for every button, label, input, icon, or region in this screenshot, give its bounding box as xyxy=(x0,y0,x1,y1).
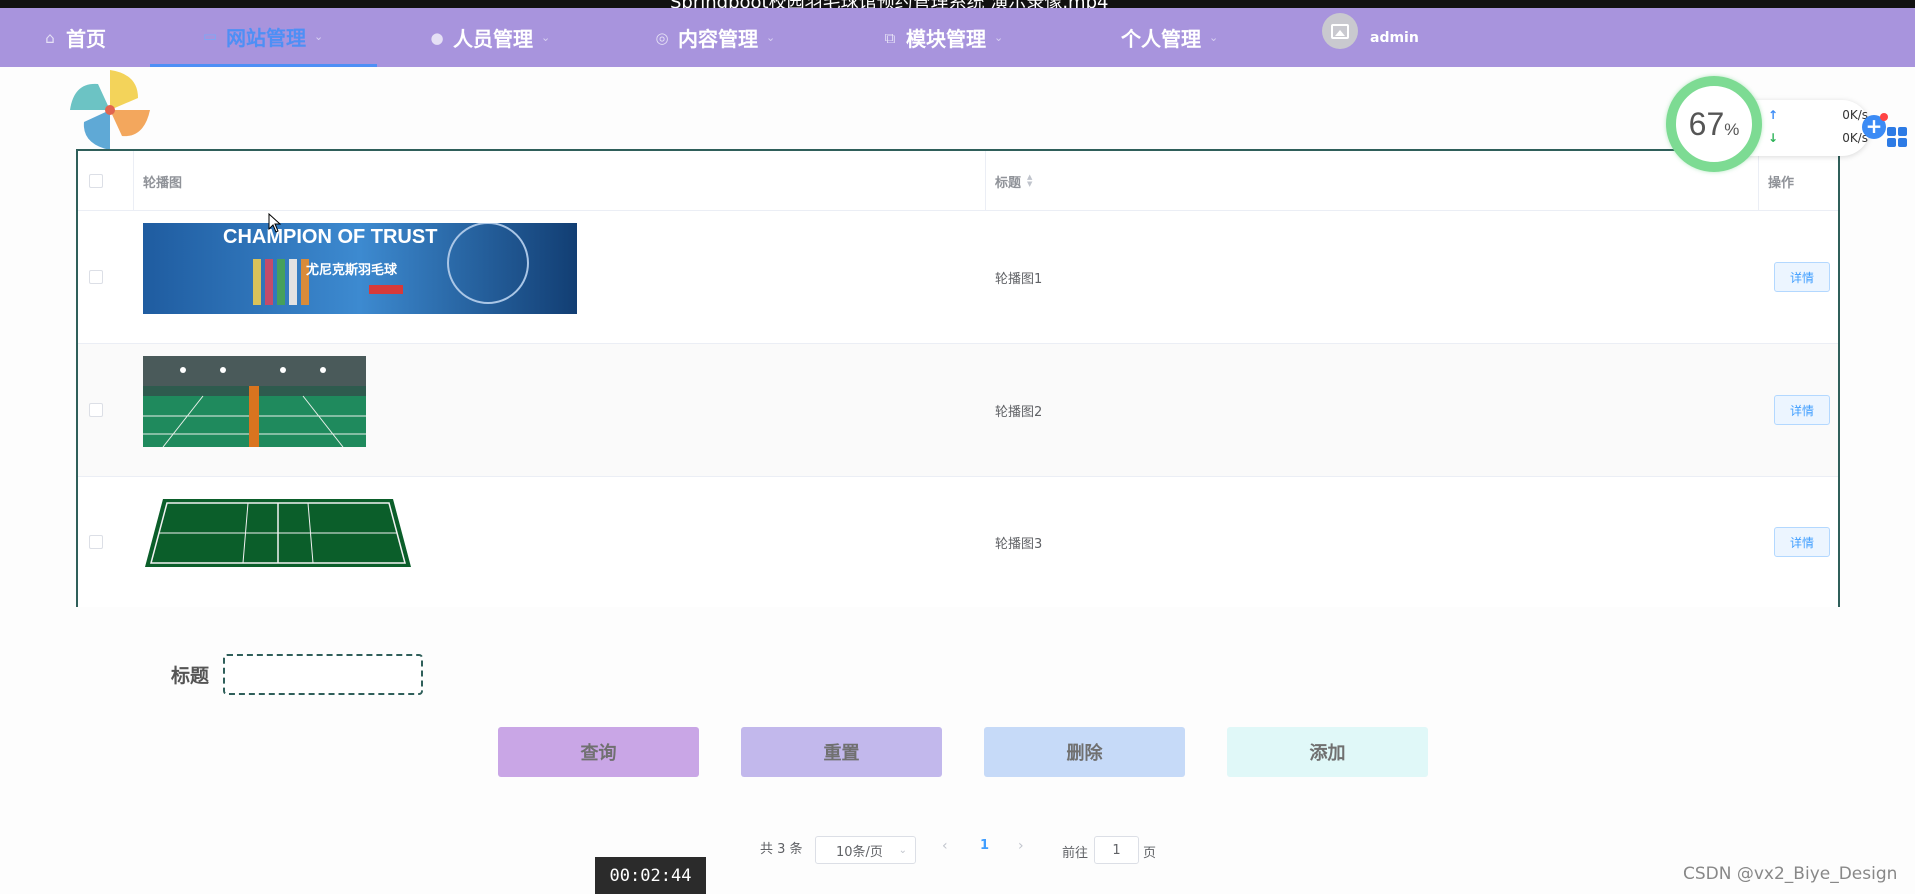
table-header-row: 轮播图 标题 ▲ ▼ 操作 xyxy=(78,151,1838,211)
memory-usage-ring: 67% xyxy=(1666,76,1762,172)
next-page-icon[interactable]: › xyxy=(1018,838,1024,854)
table-row: 轮播图3 详情 xyxy=(78,477,1838,607)
nav-item-module-management[interactable]: ⧉ 模块管理 ⌄ xyxy=(880,8,1004,67)
row-checkbox[interactable] xyxy=(89,535,103,549)
query-button[interactable]: 查询 xyxy=(498,727,699,777)
user-icon: ● xyxy=(430,28,444,47)
page-number[interactable]: 1 xyxy=(980,838,989,853)
carousel-image-1: CHAMPION OF TRUST 尤尼克斯羽毛球 xyxy=(143,223,577,314)
chevron-down-icon: ⌄ xyxy=(541,31,551,44)
image-icon xyxy=(1331,23,1349,39)
page-size-select[interactable]: 10条/页 ⌄ xyxy=(815,836,916,864)
carousel-image-3 xyxy=(143,497,413,569)
plus-icon[interactable]: + xyxy=(1862,113,1888,139)
row-checkbox[interactable] xyxy=(89,270,103,284)
avatar[interactable] xyxy=(1322,13,1358,49)
nav-item-staff-management[interactable]: ● 人员管理 ⌄ xyxy=(427,8,550,67)
chevron-down-icon: ⌄ xyxy=(898,844,907,856)
row-title: 轮播图1 xyxy=(995,272,1043,287)
row-title: 轮播图3 xyxy=(995,536,1043,552)
video-title-strip: Springboot校园羽毛球馆预约管理系统 演示录像.mp4 xyxy=(0,0,1915,13)
usage-percent-sign: % xyxy=(1724,119,1740,139)
chevron-down-icon: ⌄ xyxy=(766,31,776,44)
nav-item-site-management[interactable]: ▭ 网站管理 ⌄ xyxy=(150,8,377,67)
network-speed-widget[interactable]: 67% ↑ 0K/s ↓ 0K/s + xyxy=(1666,76,1888,174)
arrow-up-icon: ↑ xyxy=(1768,108,1779,122)
nav-item-personal-management[interactable]: 个人管理 ⌄ xyxy=(1121,8,1218,67)
nav-item-label: 人员管理 xyxy=(453,27,533,51)
target-icon: ◎ xyxy=(655,28,669,47)
top-nav-bar: ⌂ 首页 ▭ 网站管理 ⌄ ● 人员管理 ⌄ ◎ 内容管理 ⌄ ⧉ 模块管理 ⌄… xyxy=(0,8,1915,67)
delete-button[interactable]: 删除 xyxy=(984,727,1185,777)
search-title-input[interactable] xyxy=(223,654,423,695)
nav-item-label: 模块管理 xyxy=(906,27,986,51)
arrow-down-icon: ↓ xyxy=(1768,131,1779,145)
chevron-down-icon: ⌄ xyxy=(994,31,1004,44)
reset-button[interactable]: 重置 xyxy=(741,727,942,777)
header-title[interactable]: 标题 ▲ ▼ xyxy=(995,151,1032,211)
detail-button[interactable]: 详情 xyxy=(1774,262,1830,292)
sort-icon[interactable]: ▲ ▼ xyxy=(1027,174,1032,188)
header-image: 轮播图 xyxy=(143,175,183,191)
header-title-label: 标题 xyxy=(995,175,1022,191)
detail-button[interactable]: 详情 xyxy=(1774,527,1830,557)
goto-label: 前往 xyxy=(1062,846,1089,861)
carousel-table: 轮播图 标题 ▲ ▼ 操作 CHAMPION OF TRUST 尤尼克斯羽毛球 … xyxy=(76,149,1840,607)
row-title: 轮播图2 xyxy=(995,405,1043,420)
goto-page-input[interactable] xyxy=(1094,836,1139,864)
nav-item-label: 首页 xyxy=(66,27,106,51)
username[interactable]: admin xyxy=(1370,8,1419,67)
chevron-down-icon: ⌄ xyxy=(1209,31,1219,44)
select-all-checkbox[interactable] xyxy=(89,174,103,188)
notification-dot xyxy=(1880,113,1888,121)
home-icon: ⌂ xyxy=(45,28,55,47)
video-timer: 00:02:44 xyxy=(595,857,706,894)
copy-icon: ⧉ xyxy=(884,28,896,47)
search-title-label: 标题 xyxy=(171,665,210,687)
detail-button[interactable]: 详情 xyxy=(1774,395,1830,425)
row-checkbox[interactable] xyxy=(89,403,103,417)
table-row: 轮播图2 详情 xyxy=(78,344,1838,477)
pagination-total: 共 3 条 xyxy=(760,842,803,857)
table-row: CHAMPION OF TRUST 尤尼克斯羽毛球 轮播图1 详情 xyxy=(78,211,1838,344)
watermark: CSDN @vx2_Biye_Design xyxy=(1683,864,1898,884)
carousel-image-2 xyxy=(143,356,366,447)
nav-item-label: 网站管理 xyxy=(226,25,306,50)
chevron-down-icon: ⌄ xyxy=(314,29,324,43)
mouse-cursor-icon xyxy=(268,213,282,233)
monitor-icon: ▭ xyxy=(202,27,218,45)
apps-grid-icon[interactable] xyxy=(1887,127,1907,147)
banner-headline: CHAMPION OF TRUST xyxy=(223,226,438,248)
pinwheel-logo xyxy=(70,70,150,150)
banner-subtitle: 尤尼克斯羽毛球 xyxy=(306,263,398,278)
page-size-value: 10条/页 xyxy=(836,844,883,860)
nav-item-label: 个人管理 xyxy=(1121,27,1201,51)
nav-item-content-management[interactable]: ◎ 内容管理 ⌄ xyxy=(652,8,775,67)
nav-item-label: 内容管理 xyxy=(678,27,758,51)
page-suffix: 页 xyxy=(1143,846,1157,861)
prev-page-icon[interactable]: ‹ xyxy=(942,838,948,854)
nav-item-home[interactable]: ⌂ 首页 xyxy=(40,8,106,67)
add-button[interactable]: 添加 xyxy=(1227,727,1428,777)
usage-percent: 67 xyxy=(1688,105,1725,142)
